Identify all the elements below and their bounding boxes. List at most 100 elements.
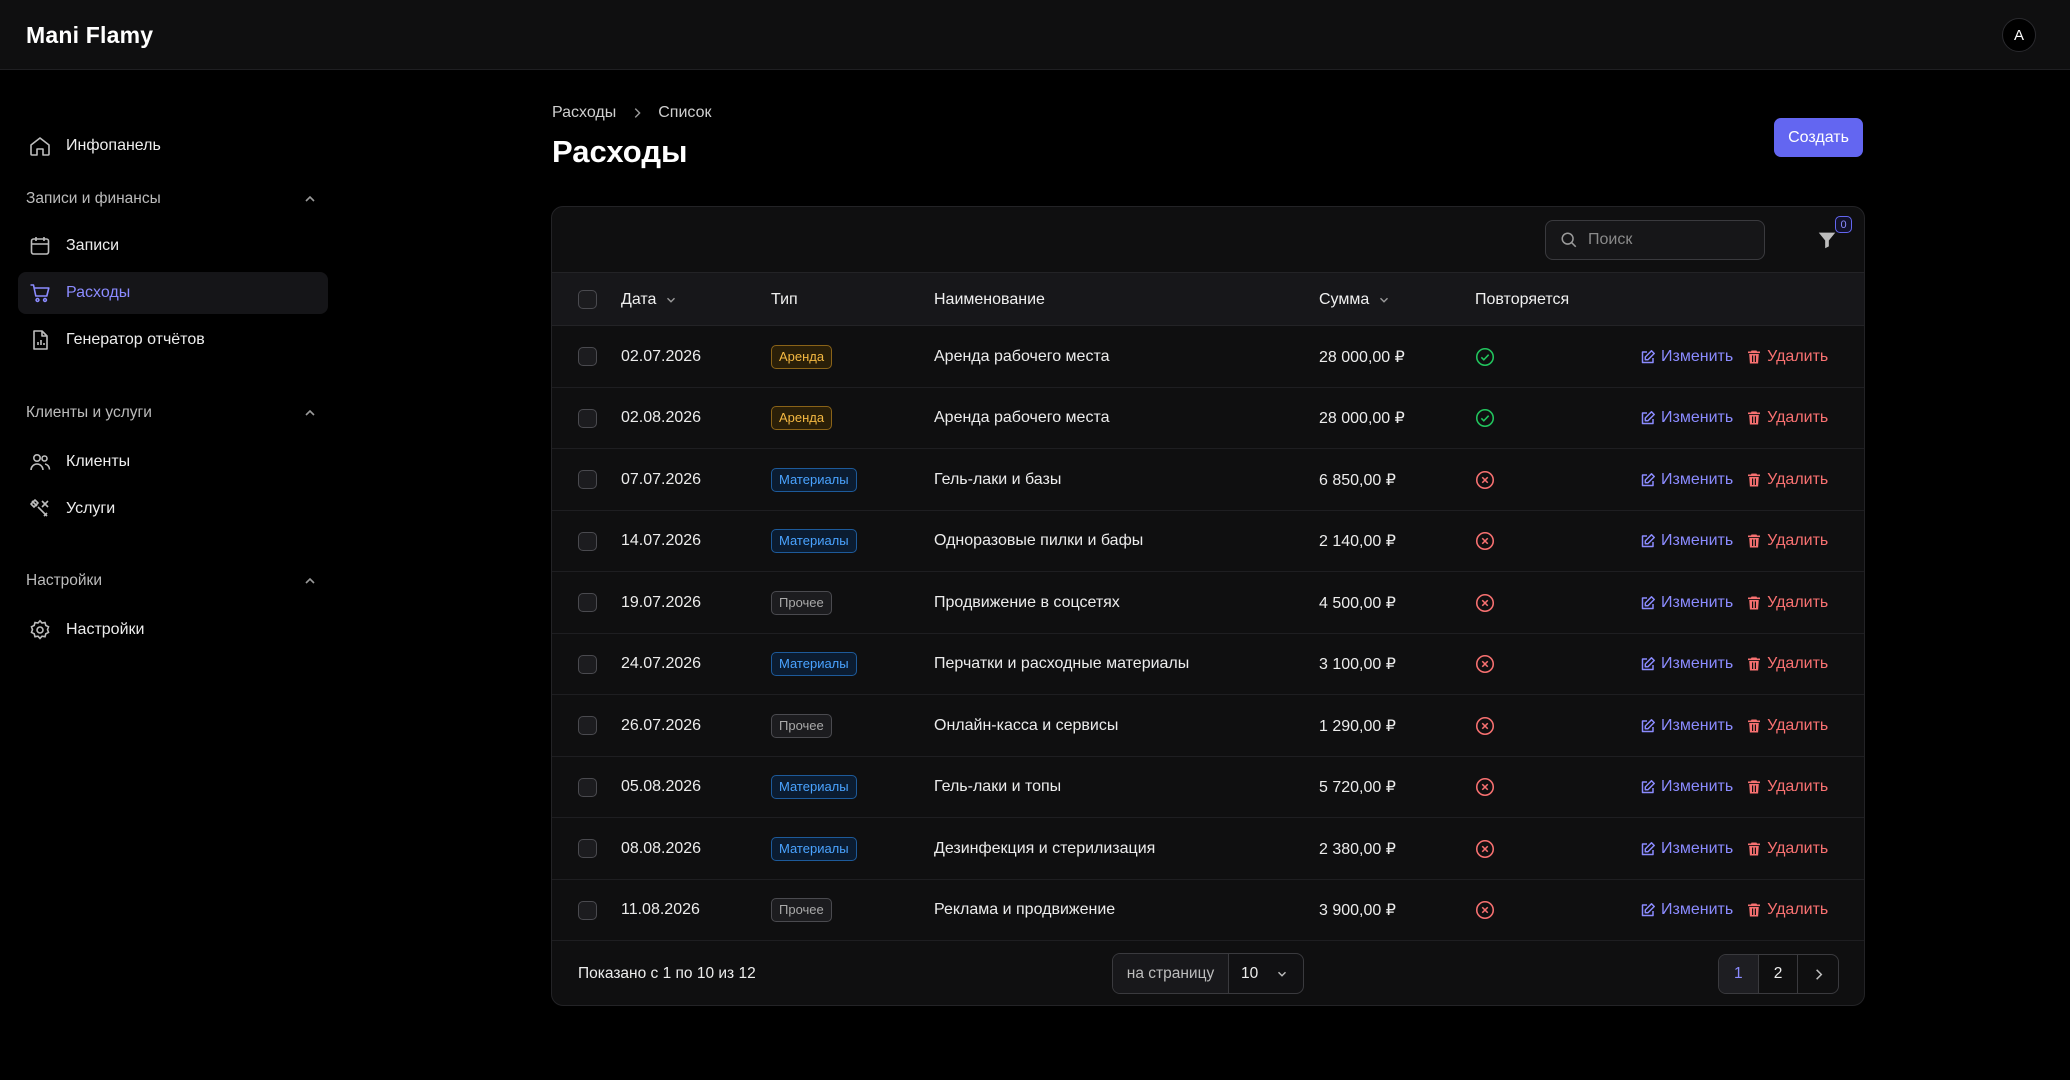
table-row: 26.07.2026 Прочее Онлайн-касса и сервисы 1 … (552, 695, 1864, 757)
table-row: 11.08.2026 Прочее Реклама и продвижение 3 9… (552, 880, 1864, 942)
x-circle-icon (1475, 655, 1495, 674)
sidebar-item-dashboard[interactable]: Инфопанель (18, 125, 328, 167)
sidebar-group-settings[interactable]: Настройки (26, 569, 318, 593)
sidebar-item-services[interactable]: Услуги (18, 488, 328, 530)
user-avatar[interactable]: A (2002, 18, 2036, 52)
sidebar-item-settings[interactable]: Настройки (18, 609, 328, 651)
sidebar-item-label: Расходы (66, 284, 131, 301)
delete-button[interactable]: Удалить (1746, 655, 1828, 673)
edit-icon (1641, 718, 1655, 732)
edit-button[interactable]: Изменить (1640, 778, 1733, 796)
type-badge: Материалы (771, 467, 857, 492)
amount-cell: 5 720,00 ₽ (1319, 779, 1396, 797)
date-cell: 26.07.2026 (621, 716, 702, 734)
search-input[interactable] (1588, 231, 1748, 249)
edit-icon (1641, 595, 1655, 609)
column-header-date[interactable]: Дата (621, 273, 678, 326)
date-cell: 02.07.2026 (621, 347, 702, 365)
per-page-select[interactable]: на страницу 10 (1112, 953, 1304, 994)
document-chart-icon (33, 330, 48, 350)
edit-label: Изменить (1661, 901, 1734, 919)
sidebar-item-label: Клиенты (66, 453, 131, 470)
edit-button[interactable]: Изменить (1640, 901, 1733, 919)
edit-label: Изменить (1661, 778, 1734, 796)
name-cell: Реклама и продвижение (934, 901, 1116, 919)
row-checkbox[interactable] (578, 900, 597, 920)
recurring-cell (1474, 880, 1496, 942)
select-all-checkbox[interactable] (578, 290, 597, 309)
row-checkbox[interactable] (578, 408, 597, 428)
type-cell: Материалы (771, 757, 857, 819)
edit-button[interactable]: Изменить (1640, 655, 1733, 673)
app-brand[interactable]: Mani Flamy (26, 22, 153, 49)
gear-icon (30, 619, 50, 640)
next-page-button[interactable] (1798, 955, 1838, 993)
sidebar-item-report-generator[interactable]: Генератор отчётов (18, 319, 328, 361)
sidebar-item-clients[interactable]: Клиенты (18, 441, 328, 483)
sidebar-item-expenses[interactable]: Расходы (18, 272, 328, 314)
edit-button[interactable]: Изменить (1640, 409, 1733, 427)
table-row: 05.08.2026 Материалы Гель-лаки и топы 5 720… (552, 757, 1864, 819)
select-all-cell (578, 273, 597, 326)
edit-button[interactable]: Изменить (1640, 471, 1733, 489)
page-button-1[interactable]: 1 (1719, 955, 1759, 993)
type-badge: Прочее (771, 590, 832, 615)
sidebar-group-clients-services[interactable]: Клиенты и услуги (26, 401, 318, 425)
type-badge: Материалы (771, 652, 857, 677)
per-page-value-wrap[interactable]: 10 (1229, 965, 1303, 983)
page-button-2[interactable]: 2 (1759, 955, 1799, 993)
search-icon (1561, 232, 1577, 248)
name-cell: Аренда рабочего места (934, 347, 1110, 365)
edit-label: Изменить (1661, 470, 1734, 488)
type-cell: Материалы (771, 511, 857, 573)
delete-button[interactable]: Удалить (1746, 348, 1828, 366)
delete-button[interactable]: Удалить (1746, 409, 1828, 427)
edit-label: Изменить (1661, 532, 1734, 550)
amount-cell: 3 900,00 ₽ (1319, 902, 1396, 920)
row-checkbox[interactable] (578, 531, 597, 551)
edit-button[interactable]: Изменить (1640, 594, 1733, 612)
column-header-amount[interactable]: Сумма (1319, 273, 1391, 326)
row-checkbox[interactable] (578, 593, 597, 613)
row-checkbox[interactable] (578, 470, 597, 490)
delete-button[interactable]: Удалить (1746, 532, 1828, 550)
row-checkbox[interactable] (578, 777, 597, 797)
sidebar-item-records[interactable]: Записи (18, 225, 328, 267)
filter-count-badge: 0 (1835, 216, 1852, 233)
edit-button[interactable]: Изменить (1640, 717, 1733, 735)
delete-button[interactable]: Удалить (1746, 840, 1828, 858)
delete-label: Удалить (1767, 532, 1829, 550)
delete-button[interactable]: Удалить (1746, 901, 1828, 919)
row-checkbox[interactable] (578, 654, 597, 674)
row-select-cell (578, 695, 597, 757)
table-toolbar: 0 (552, 207, 1864, 273)
delete-button[interactable]: Удалить (1746, 471, 1828, 489)
row-select-cell (578, 757, 597, 819)
edit-button[interactable]: Изменить (1640, 348, 1733, 366)
amount-cell: 3 100,00 ₽ (1319, 656, 1396, 674)
type-cell: Материалы (771, 818, 857, 880)
delete-button[interactable]: Удалить (1746, 717, 1828, 735)
edit-button[interactable]: Изменить (1640, 532, 1733, 550)
name-cell: Гель-лаки и топы (934, 778, 1062, 796)
type-cell: Аренда (771, 326, 833, 388)
sidebar-group-records-finance[interactable]: Записи и финансы (26, 187, 318, 211)
row-checkbox[interactable] (578, 839, 597, 859)
breadcrumb-item-expenses[interactable]: Расходы (552, 104, 616, 122)
row-checkbox[interactable] (578, 716, 597, 736)
search-box[interactable] (1545, 220, 1765, 260)
edit-button[interactable]: Изменить (1640, 840, 1733, 858)
column-header-label: Повторяется (1475, 290, 1570, 308)
table-row: 02.07.2026 Аренда Аренда рабочего места 28 … (552, 326, 1864, 388)
filter-icon[interactable] (1816, 229, 1838, 251)
create-button[interactable]: Создать (1774, 118, 1863, 157)
delete-button[interactable]: Удалить (1746, 778, 1828, 796)
delete-button[interactable]: Удалить (1746, 594, 1828, 612)
row-checkbox[interactable] (578, 347, 597, 367)
row-select-cell (578, 880, 597, 942)
users-icon (30, 454, 51, 471)
x-circle-icon (1475, 593, 1495, 612)
amount-cell: 4 500,00 ₽ (1319, 594, 1396, 612)
type-badge: Аренда (771, 406, 833, 431)
type-badge: Аренда (771, 344, 833, 369)
